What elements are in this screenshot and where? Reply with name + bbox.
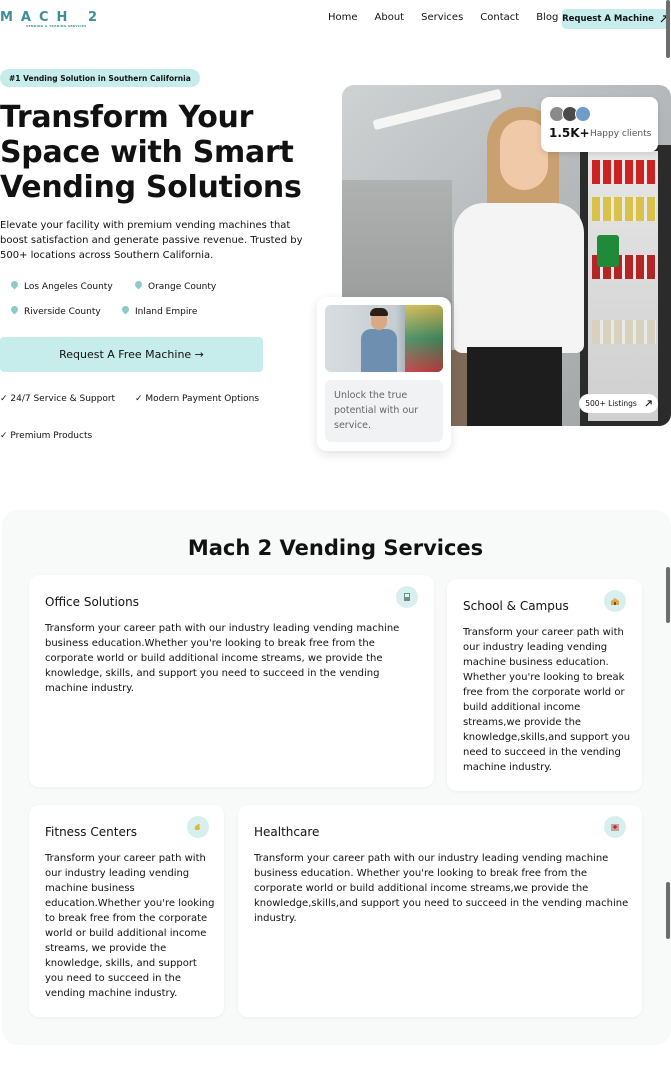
location-pin-icon [10,306,19,317]
feature-item: ✓ Premium Products [0,431,93,441]
services-title: Mach 2 Vending Services [187,536,484,560]
vending-glass [588,151,658,421]
arrow-up-right-icon [645,400,652,407]
service-card-school[interactable]: School & Campus Transform your career pa… [447,579,642,791]
nav-link-about[interactable]: About [375,12,405,23]
county-item: Los Angeles County [10,281,113,292]
scrollbar-thumb[interactable] [666,567,670,623]
clients-label: Happy clients [590,129,652,139]
service-card-text: Transform your career path with our indu… [45,853,215,999]
logo-text: MACH 2 [0,10,105,25]
vending-icon [396,586,418,608]
request-machine-button[interactable]: Request A Machine [562,9,668,29]
happy-clients-card: 1.5K+ Happy clients [541,97,658,152]
service-card-title: Fitness Centers [45,825,138,839]
person-body [361,329,397,372]
feature-item: ✓ Modern Payment Options [135,394,260,404]
location-pin-icon [121,306,130,317]
location-pin-icon [10,281,19,292]
vending-shelf [592,160,656,184]
county-label: Riverside County [24,306,101,317]
soda-can [597,235,619,267]
clients-count: 1.5K+ [549,126,590,140]
person-hair [370,308,388,316]
nav-link-home[interactable]: Home [328,12,358,23]
vending-machine [405,305,443,372]
county-item: Inland Empire [121,306,197,317]
service-card-title: Healthcare [254,825,320,839]
location-pin-icon [134,281,143,292]
ceiling-light [431,88,503,116]
hero-title: Transform Your Space with Smart Vending … [0,100,302,205]
scrollbar-thumb[interactable] [666,882,670,939]
top-navigation: MACH 2 VENDING & TRADING SERVICES Home A… [0,0,671,38]
county-item: Riverside County [10,306,101,317]
nav-link-services[interactable]: Services [421,12,463,23]
person-shirt [454,203,584,353]
nav-link-blog[interactable]: Blog [536,12,558,23]
county-label: Los Angeles County [24,281,113,292]
school-icon [604,590,626,612]
service-card-healthcare[interactable]: Healthcare Transform your career path wi… [238,805,642,1017]
service-card-office[interactable]: Office Solutions Transform your career p… [29,575,434,787]
listings-button[interactable]: 500+ Listings [579,394,658,413]
service-card-title: School & Campus [463,599,569,613]
county-item: Orange County [134,281,216,292]
scrollbar-thumb[interactable] [666,0,670,58]
county-label: Orange County [148,281,217,292]
logo-subtitle: VENDING & TRADING SERVICES [26,24,87,28]
service-card-title: Office Solutions [45,595,139,609]
request-free-machine-button[interactable]: Request A Free Machine → [0,337,263,372]
hospital-icon [604,816,626,838]
county-label: Inland Empire [135,306,198,317]
service-card-text: Transform your career path with our indu… [463,627,631,773]
service-card-text: Transform your career path with our indu… [254,853,629,924]
request-machine-label: Request A Machine [562,14,654,24]
listings-label: 500+ Listings [585,399,637,408]
promo-text: Unlock the true potential with our servi… [325,380,443,442]
service-card-text: Transform your career path with our indu… [45,623,400,694]
vending-shelf [592,197,656,221]
vending-shelf [592,320,656,344]
avatar [575,106,591,122]
nav-links: Home About Services Contact Blog [328,12,575,23]
feature-item: ✓ 24/7 Service & Support [0,394,116,404]
nav-link-contact[interactable]: Contact [480,12,519,23]
logo[interactable]: MACH 2 VENDING & TRADING SERVICES [0,10,97,30]
promo-card: Unlock the true potential with our servi… [317,297,451,451]
hero-badge: #1 Vending Solution in Southern Californ… [0,69,200,87]
promo-photo [325,305,443,372]
hero-description: Elevate your facility with premium vendi… [0,220,303,261]
service-card-fitness[interactable]: Fitness Centers Transform your career pa… [29,805,224,1017]
person-pants [467,347,562,426]
muscle-icon [187,816,209,838]
